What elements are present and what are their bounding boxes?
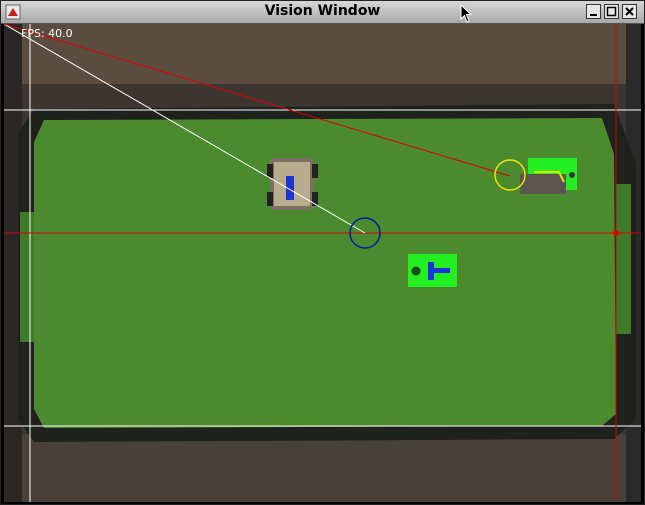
mouse-cursor-icon	[460, 4, 473, 23]
minimize-button[interactable]	[586, 4, 601, 19]
minimize-icon	[590, 14, 597, 16]
close-icon	[625, 7, 634, 16]
camera-view[interactable]	[4, 24, 641, 502]
close-button[interactable]	[622, 4, 637, 19]
title-bar[interactable]: Vision Window	[1, 1, 644, 24]
red-marker-dot	[613, 230, 619, 236]
maximize-icon	[606, 6, 617, 17]
vision-window: Vision Window FPS: 40.0	[0, 0, 645, 505]
robot-own-marker-1	[520, 158, 577, 194]
window-title: Vision Window	[264, 3, 381, 19]
fps-readout: FPS: 40.0	[21, 27, 73, 40]
robot-opponent	[267, 158, 318, 210]
maximize-button[interactable]	[604, 4, 619, 19]
robot-own-marker-2	[408, 254, 457, 287]
